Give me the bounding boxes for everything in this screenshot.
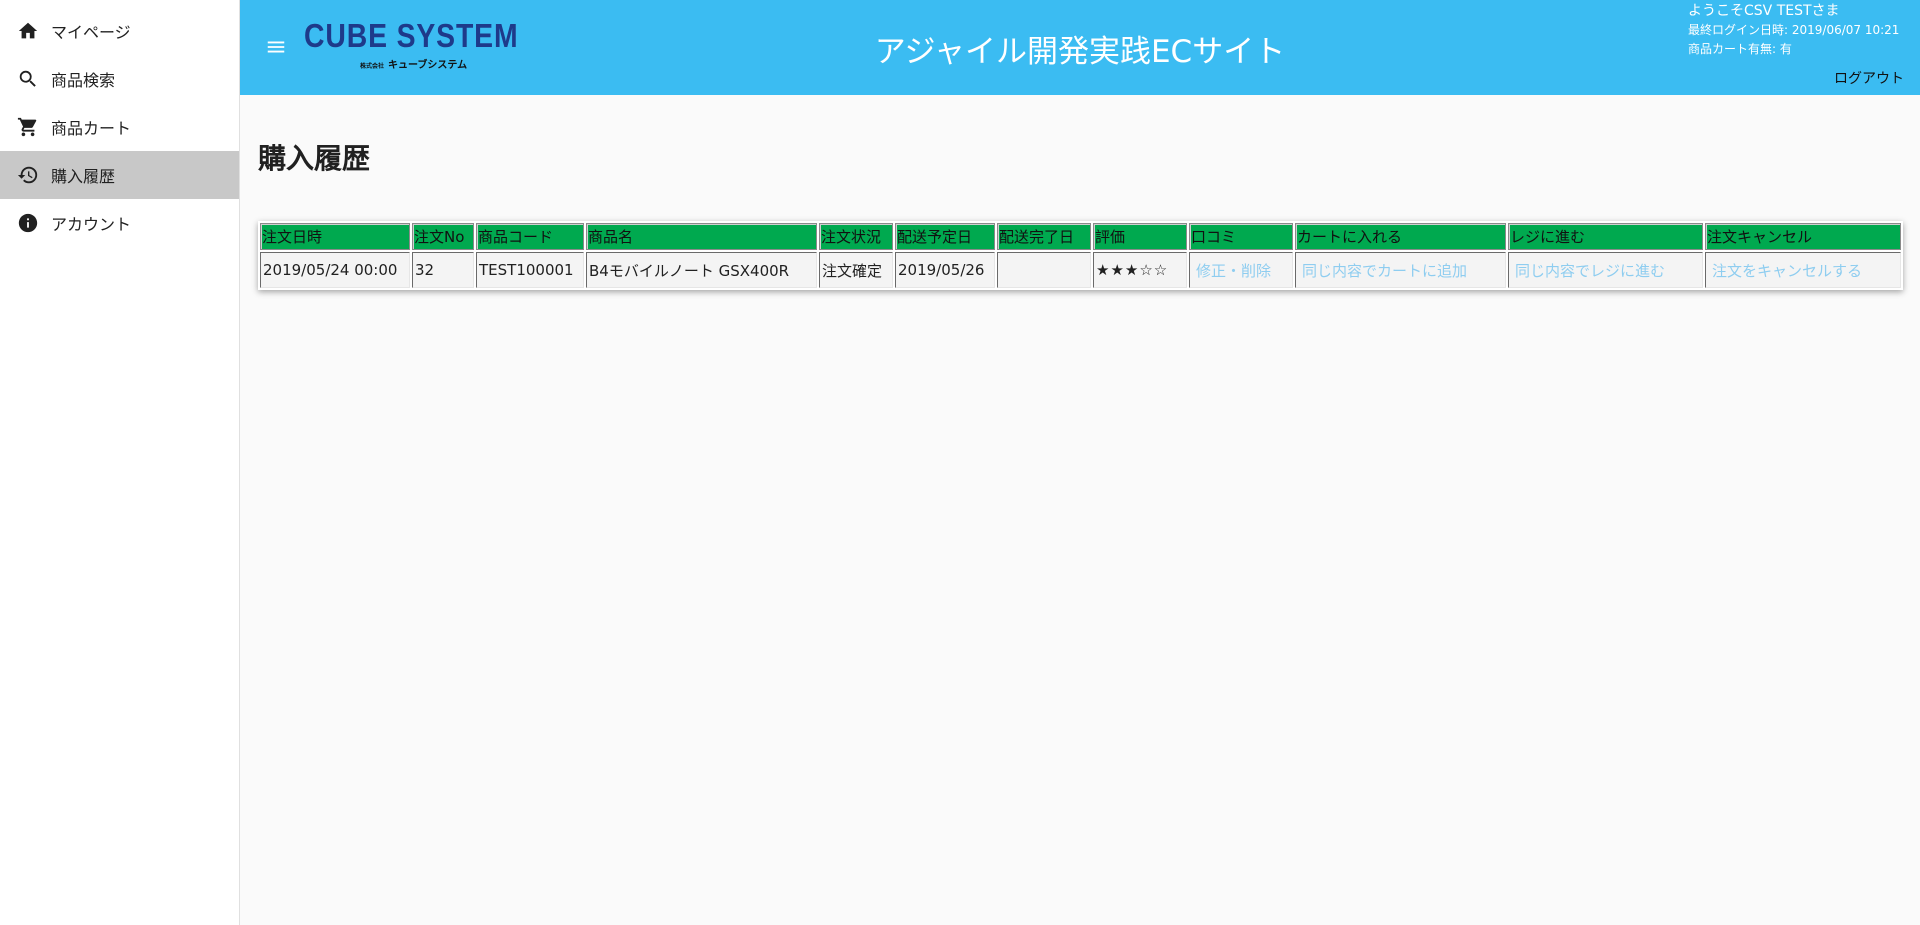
cell-review: 修正・削除 <box>1189 252 1293 288</box>
sidebar-item-label: 商品カート <box>51 119 132 138</box>
logo-sub-prefix: 株式会社 <box>360 63 385 70</box>
sidebar-item-account[interactable]: アカウント <box>0 199 239 247</box>
column-header-delivered-date: 配送完了日 <box>997 223 1091 250</box>
column-header-product-code: 商品コード <box>476 223 584 250</box>
sidebar-item-mypage[interactable]: マイページ <box>0 7 239 55</box>
column-header-order-no: 注文No <box>412 223 474 250</box>
column-header-status: 注文状況 <box>819 223 893 250</box>
history-icon <box>16 163 40 187</box>
table-header-row: 注文日時 注文No 商品コード 商品名 注文状況 配送予定日 配送完了日 評価 … <box>260 223 1901 250</box>
sidebar-item-purchase-history[interactable]: 購入履歴 <box>0 151 239 199</box>
cell-add-to-cart: 同じ内容でカートに追加 <box>1295 252 1506 288</box>
column-header-add-to-cart: カートに入れる <box>1295 223 1506 250</box>
sidebar-item-label: 商品検索 <box>51 71 116 90</box>
sidebar-item-label: アカウント <box>51 215 132 234</box>
logo-sub-name: キューブシステム <box>388 60 468 71</box>
column-header-order-date: 注文日時 <box>260 223 410 250</box>
column-header-scheduled-delivery: 配送予定日 <box>895 223 995 250</box>
purchase-history-table-container: 注文日時 注文No 商品コード 商品名 注文状況 配送予定日 配送完了日 評価 … <box>258 221 1903 290</box>
cell-status: 注文確定 <box>819 252 893 288</box>
home-icon <box>16 19 40 43</box>
sidebar-item-label: マイページ <box>51 23 131 42</box>
column-header-product-name: 商品名 <box>586 223 817 250</box>
cell-delivered-date <box>997 252 1091 288</box>
cell-order-date: 2019/05/24 00:00 <box>260 252 410 288</box>
table-row: 2019/05/24 00:00 32 TEST100001 B4モバイルノート… <box>260 252 1901 288</box>
last-login-text: 最終ログイン日時: 2019/06/07 10:21 <box>1688 23 1900 37</box>
page-title: 購入履歴 <box>258 142 371 175</box>
info-icon <box>16 211 40 235</box>
welcome-text: ようこそCSV TESTさま <box>1688 3 1840 19</box>
review-edit-delete-link[interactable]: 修正・削除 <box>1196 262 1271 280</box>
logo-main-text: CUBE SYSTEM <box>304 17 519 54</box>
cell-scheduled-delivery: 2019/05/26 <box>895 252 995 288</box>
company-logo[interactable]: CUBE SYSTEM 株式会社 キューブシステム <box>304 17 519 74</box>
logout-link[interactable]: ログアウト <box>1834 68 1904 88</box>
cancel-order-link[interactable]: 注文をキャンセルする <box>1712 262 1862 280</box>
menu-icon[interactable] <box>264 35 288 59</box>
purchase-history-table: 注文日時 注文No 商品コード 商品名 注文状況 配送予定日 配送完了日 評価 … <box>258 221 1903 290</box>
cell-product-code: TEST100001 <box>476 252 584 288</box>
sidebar-item-product-search[interactable]: 商品検索 <box>0 55 239 103</box>
cart-icon <box>16 115 40 139</box>
search-icon <box>16 67 40 91</box>
sidebar-item-label: 購入履歴 <box>51 167 116 186</box>
user-info: ようこそCSV TESTさま 最終ログイン日時: 2019/06/07 10:2… <box>1688 2 1899 59</box>
app-header: CUBE SYSTEM 株式会社 キューブシステム アジャイル開発実践ECサイト … <box>240 0 1920 95</box>
cell-product-name: B4モバイルノート GSX400R <box>586 252 817 288</box>
column-header-review: 口コミ <box>1189 223 1293 250</box>
logo-sub-text: 株式会社 キューブシステム <box>360 56 467 71</box>
column-header-cancel: 注文キャンセル <box>1705 223 1901 250</box>
cell-cancel: 注文をキャンセルする <box>1705 252 1901 288</box>
cell-rating: ★★★☆☆ <box>1093 252 1187 288</box>
checkout-same-link[interactable]: 同じ内容でレジに進む <box>1515 262 1665 280</box>
column-header-checkout: レジに進む <box>1508 223 1703 250</box>
column-header-rating: 評価 <box>1093 223 1187 250</box>
cell-checkout: 同じ内容でレジに進む <box>1508 252 1703 288</box>
sidebar: マイページ 商品検索 商品カート 購入履歴 アカウント <box>0 0 240 925</box>
cell-order-no: 32 <box>412 252 474 288</box>
cart-status-text: 商品カート有無: 有 <box>1688 42 1792 56</box>
sidebar-item-cart[interactable]: 商品カート <box>0 103 239 151</box>
add-to-cart-same-link[interactable]: 同じ内容でカートに追加 <box>1302 262 1467 280</box>
